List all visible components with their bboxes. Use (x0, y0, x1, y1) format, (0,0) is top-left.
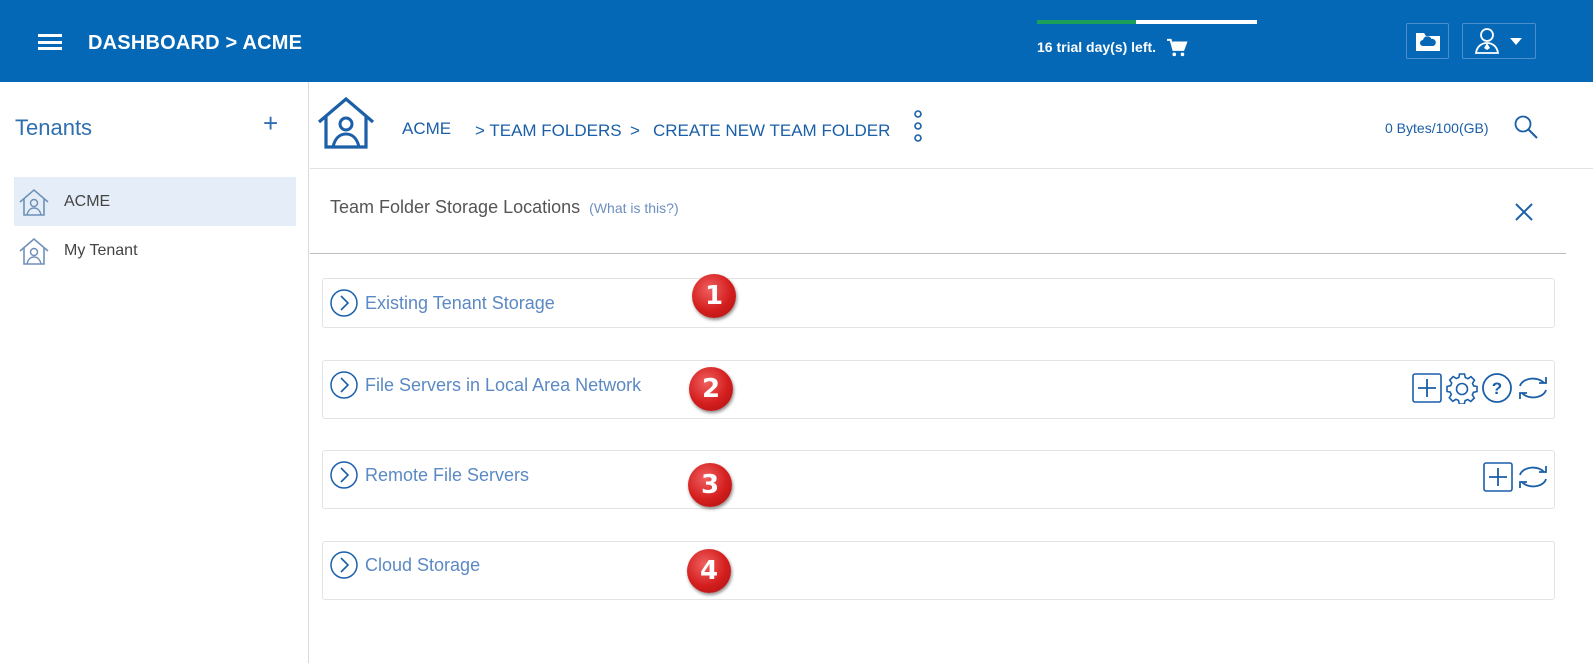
step-badge-1: 1 (692, 274, 736, 318)
panel-existing-tenant-storage[interactable]: Existing Tenant Storage (322, 278, 1555, 328)
tenant-home-icon (19, 237, 49, 265)
storage-locations-header: Team Folder Storage Locations (What is t… (310, 170, 1566, 254)
section-title: Team Folder Storage Locations (What is t… (330, 197, 679, 218)
cloud-folder-icon (1415, 33, 1440, 51)
sidebar-item-my-tenant[interactable]: My Tenant (14, 226, 296, 275)
add-tenant-button[interactable]: + (263, 110, 278, 136)
shopping-cart-icon[interactable] (1166, 38, 1188, 58)
trial-progress-bar (1037, 20, 1257, 24)
panel-cloud-storage[interactable]: Cloud Storage (322, 541, 1555, 600)
add-icon[interactable] (1482, 461, 1514, 493)
close-icon[interactable] (1514, 202, 1534, 222)
cloud-drive-button[interactable] (1406, 23, 1449, 59)
section-title-text: Team Folder Storage Locations (330, 197, 581, 217)
panel-label[interactable]: Cloud Storage (365, 555, 480, 576)
chevron-right-icon[interactable] (329, 460, 359, 490)
trial-progress-fill (1037, 20, 1136, 24)
step-badge-4: 4 (687, 549, 731, 593)
breadcrumb-create-new-team-folder: CREATE NEW TEAM FOLDER (653, 121, 891, 140)
tenant-home-icon (317, 96, 375, 149)
chevron-down-icon (1510, 38, 1522, 45)
chevron-right-icon[interactable] (329, 550, 359, 580)
top-bar: DASHBOARD > ACME 16 trial day(s) left. (0, 0, 1593, 82)
user-menu-button[interactable] (1462, 23, 1536, 59)
refresh-icon[interactable] (1517, 461, 1549, 493)
breadcrumb-team-folders[interactable]: > TEAM FOLDERS (475, 121, 622, 141)
panel-file-servers-lan[interactable]: File Servers in Local Area Network ? (322, 360, 1555, 419)
chevron-right-icon[interactable] (329, 370, 359, 400)
sidebar-item-label: ACME (64, 192, 111, 210)
svg-text:?: ? (1492, 379, 1502, 398)
more-options-icon[interactable] (913, 110, 923, 142)
user-profile-icon (1475, 28, 1500, 54)
breadcrumb-acme[interactable]: ACME (402, 119, 451, 139)
sidebar-item-label: My Tenant (64, 241, 138, 259)
panel-label[interactable]: Existing Tenant Storage (365, 293, 555, 314)
chevron-right-icon[interactable] (329, 288, 359, 318)
gear-icon[interactable] (1446, 372, 1478, 404)
panel-label[interactable]: File Servers in Local Area Network (365, 375, 641, 396)
main-header: ACME > TEAM FOLDERS > CREATE NEW TEAM FO… (310, 82, 1593, 169)
sidebar-item-acme[interactable]: ACME (14, 177, 296, 226)
refresh-icon[interactable] (1517, 372, 1549, 404)
what-is-this-link[interactable]: (What is this?) (589, 200, 678, 216)
page-title: DASHBOARD > ACME (88, 32, 303, 54)
help-icon[interactable]: ? (1481, 372, 1513, 404)
tenants-sidebar: Tenants + ACME My Tenant (0, 82, 309, 663)
trial-days-text: 16 trial day(s) left. (1037, 39, 1157, 55)
breadcrumb-separator: > (630, 121, 640, 140)
panel-label[interactable]: Remote File Servers (365, 465, 529, 486)
step-badge-3: 3 (688, 463, 732, 507)
hamburger-menu-icon[interactable] (38, 34, 62, 56)
storage-usage: 0 Bytes/100(GB) (1385, 120, 1489, 136)
add-icon[interactable] (1411, 372, 1443, 404)
panel-remote-file-servers[interactable]: Remote File Servers (322, 450, 1555, 509)
search-icon[interactable] (1513, 114, 1539, 140)
step-badge-2: 2 (689, 367, 733, 411)
tenant-home-icon (19, 188, 49, 216)
sidebar-title: Tenants (15, 115, 93, 140)
